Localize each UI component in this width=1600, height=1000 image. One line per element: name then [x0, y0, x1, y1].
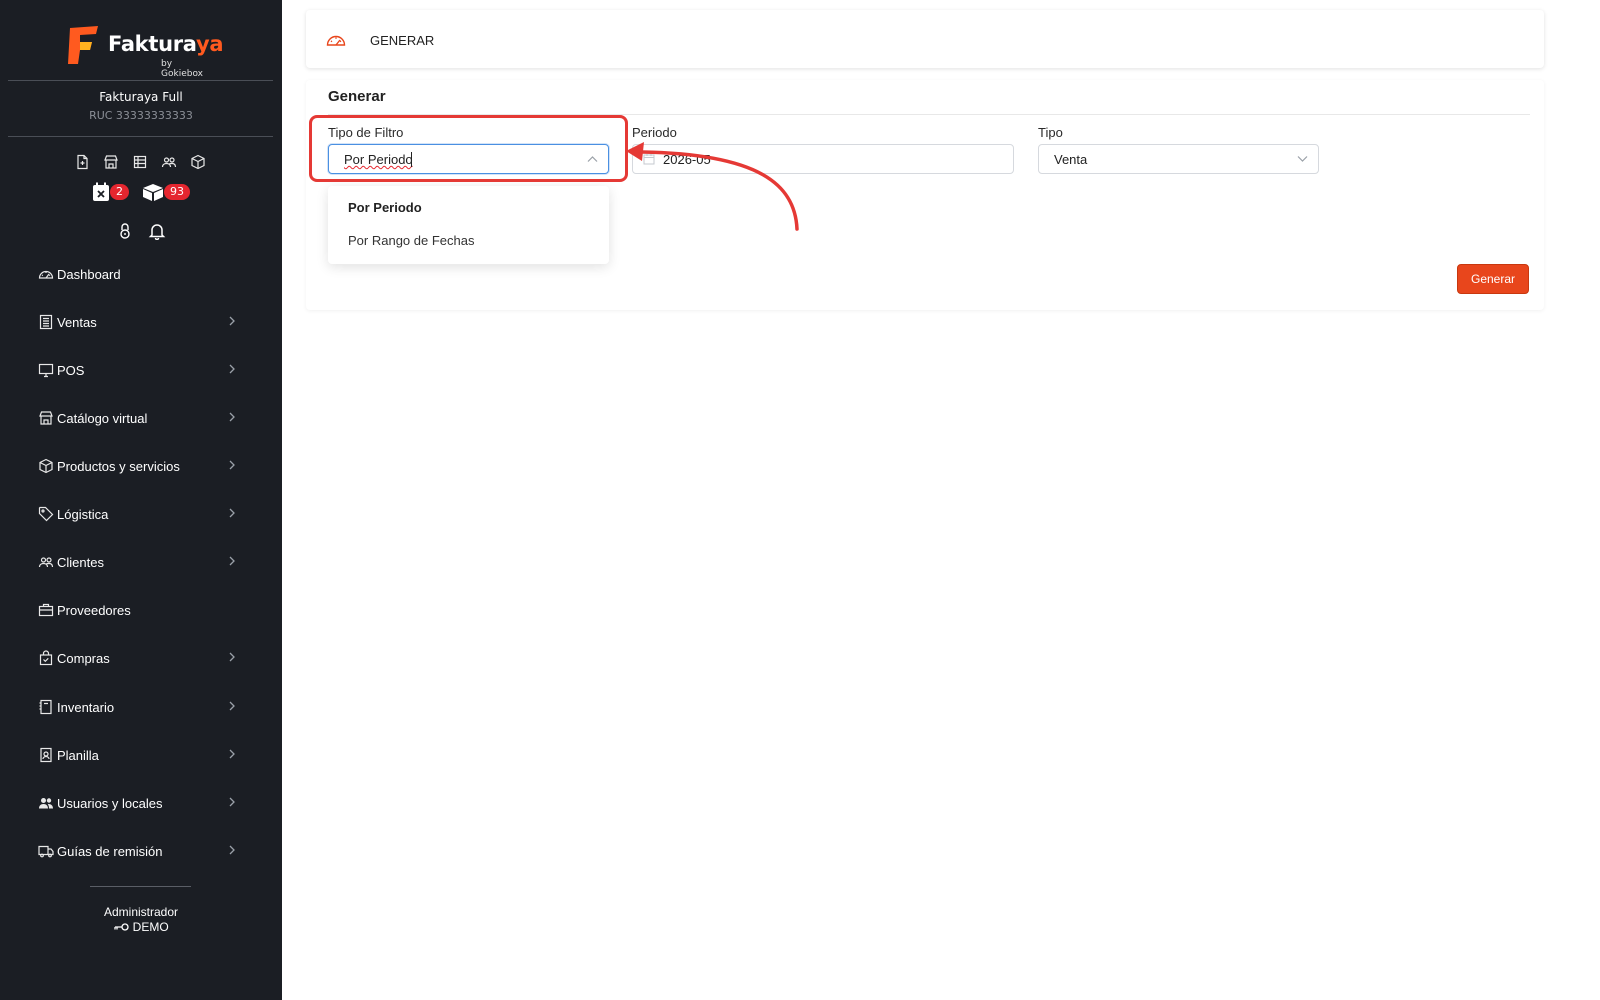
chevron-right-icon: [229, 364, 235, 374]
calendar-x-icon[interactable]: [92, 182, 110, 202]
box-icon[interactable]: [190, 154, 206, 170]
chevron-right-icon: [229, 460, 235, 470]
sidebar-item-dashboard[interactable]: Dashboard: [38, 262, 242, 286]
bag-icon: [39, 650, 53, 666]
sidebar-item-catalogo-virtual[interactable]: Catálogo virtual: [38, 406, 242, 430]
divider: [8, 136, 273, 137]
sidebar-item-label: Usuarios y locales: [57, 795, 163, 811]
sidebar-item-clientes[interactable]: Clientes: [38, 550, 242, 574]
logo-mark-icon: [68, 26, 98, 64]
sidebar-item-label: Ventas: [57, 314, 97, 330]
filter-type-value: Por Periodo: [344, 152, 413, 167]
text-caret: [411, 152, 412, 167]
generate-button[interactable]: Generar: [1457, 264, 1529, 294]
bell-icon[interactable]: [148, 222, 166, 240]
form-title: Generar: [328, 88, 386, 105]
filter-type-label: Tipo de Filtro: [328, 125, 404, 140]
boxes-count-badge: 93: [164, 184, 190, 200]
monitor-icon: [38, 363, 54, 378]
chevron-right-icon: [229, 652, 235, 662]
company-name: Fakturaya Full: [99, 90, 183, 104]
chevron-right-icon: [229, 316, 235, 326]
sidebar: Fakturaya by Gokiebox Fakturaya Full RUC…: [0, 0, 282, 1000]
user-role: Administrador: [103, 905, 179, 919]
users-icon: [38, 557, 54, 568]
key-icon: [114, 923, 129, 931]
box-icon: [39, 458, 53, 474]
app-logo[interactable]: Fakturaya by Gokiebox: [66, 24, 224, 79]
sidebar-item-label: Inventario: [57, 699, 115, 715]
divider: [90, 886, 191, 887]
logo-subtitle: by Gokiebox: [161, 59, 203, 79]
sidebar-item-logistica[interactable]: Lógistica: [38, 502, 242, 526]
chevron-right-icon: [229, 749, 235, 759]
sidebar-item-label: POS: [57, 362, 85, 378]
type-select[interactable]: Venta: [1038, 144, 1319, 174]
type-value: Venta: [1054, 152, 1088, 167]
dropdown-option-rango-fechas[interactable]: Por Rango de Fechas: [348, 233, 474, 248]
calendar-count-badge: 2: [110, 184, 129, 200]
divider: [328, 114, 1530, 115]
sidebar-item-planilla[interactable]: Planilla: [38, 743, 242, 767]
chevron-right-icon: [229, 508, 235, 518]
chevron-up-icon: [587, 156, 598, 162]
table-icon[interactable]: [132, 154, 148, 170]
sidebar-item-label: Productos y servicios: [57, 458, 180, 474]
badge-icon: [40, 747, 52, 763]
lock-icon[interactable]: [117, 222, 133, 240]
sidebar-item-label: Planilla: [57, 747, 99, 763]
sidebar-item-label: Lógistica: [57, 506, 109, 522]
document-icon[interactable]: [74, 154, 90, 170]
quick-access-bar: [74, 154, 214, 172]
sidebar-item-label: Compras: [57, 650, 110, 666]
logo-wordmark: Fakturaya: [108, 32, 224, 56]
store-icon[interactable]: [103, 154, 119, 170]
sidebar-item-guias-remision[interactable]: Guías de remisión: [38, 839, 242, 863]
store-icon: [39, 411, 53, 425]
users-icon[interactable]: [161, 154, 177, 170]
type-label: Tipo: [1038, 125, 1063, 140]
user-name-row[interactable]: DEMO: [0, 920, 282, 934]
period-label: Periodo: [632, 125, 677, 140]
chevron-right-icon: [229, 556, 235, 566]
sidebar-item-proveedores[interactable]: Proveedores: [38, 598, 242, 622]
page-title: GENERAR: [370, 33, 435, 48]
tag-icon: [38, 506, 54, 522]
user-name: DEMO: [132, 920, 169, 934]
period-value: 2026-05: [663, 152, 711, 167]
sidebar-item-label: Dashboard: [57, 266, 121, 282]
dashboard-icon: [326, 35, 346, 46]
sidebar-item-label: Clientes: [57, 554, 104, 570]
filter-type-dropdown: Por Periodo Por Rango de Fechas: [328, 186, 609, 264]
boxes-icon[interactable]: [142, 183, 164, 201]
sidebar-item-productos[interactable]: Productos y servicios: [38, 454, 242, 478]
sidebar-item-ventas[interactable]: Ventas: [38, 310, 242, 334]
sidebar-item-label: Catálogo virtual: [57, 410, 148, 426]
chevron-right-icon: [229, 797, 235, 807]
sidebar-item-usuarios-locales[interactable]: Usuarios y locales: [38, 791, 242, 815]
calendar-icon: [643, 154, 655, 165]
sidebar-item-pos[interactable]: POS: [38, 358, 242, 382]
briefcase-icon: [38, 603, 54, 617]
sidebar-item-compras[interactable]: Compras: [38, 646, 242, 670]
dropdown-option-periodo[interactable]: Por Periodo: [348, 200, 422, 215]
chevron-right-icon: [229, 412, 235, 422]
chevron-right-icon: [229, 845, 235, 855]
truck-icon: [38, 845, 54, 858]
book-icon: [39, 699, 52, 715]
dashboard-icon: [38, 270, 54, 279]
users-fill-icon: [39, 798, 53, 809]
filter-type-select[interactable]: Por Periodo: [328, 144, 609, 174]
divider: [8, 80, 273, 81]
company-ruc: RUC 33333333333: [89, 109, 193, 122]
chevron-right-icon: [229, 701, 235, 711]
sales-icon: [39, 314, 53, 330]
chevron-down-icon: [1297, 156, 1308, 162]
page-header: GENERAR: [306, 10, 1544, 68]
period-input[interactable]: 2026-05: [632, 144, 1014, 174]
sidebar-item-label: Proveedores: [57, 602, 131, 618]
sidebar-item-label: Guías de remisión: [57, 843, 163, 859]
sidebar-item-inventario[interactable]: Inventario: [38, 695, 242, 719]
